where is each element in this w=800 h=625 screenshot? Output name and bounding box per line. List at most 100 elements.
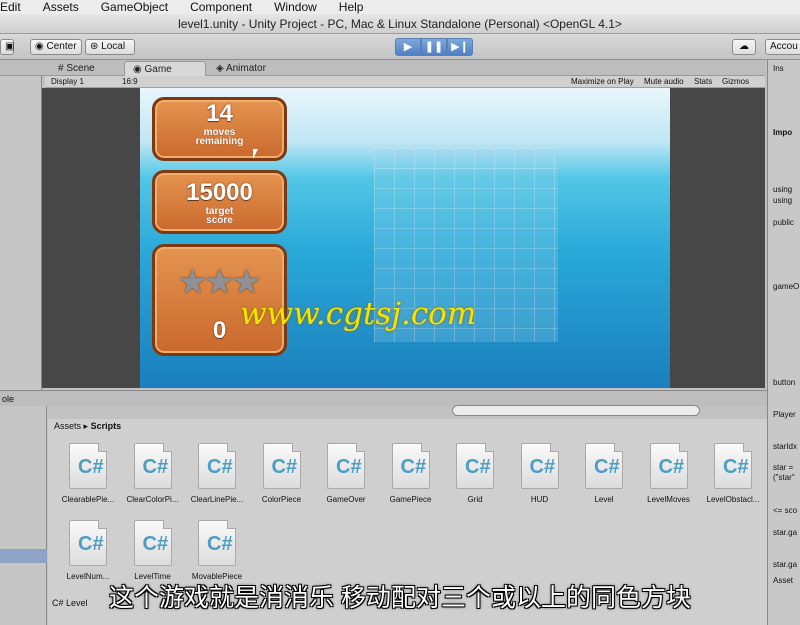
code-line: public <box>773 218 794 227</box>
script-file-name: ClearablePie... <box>61 495 115 504</box>
space-local-button[interactable]: ⊛ Local <box>85 39 135 55</box>
target-label: target score <box>205 206 234 226</box>
csharp-file-icon: C# <box>69 443 107 489</box>
scene-tab-icon: # <box>58 63 64 74</box>
space-label: Local <box>101 41 126 52</box>
script-file-name: ClearLinePie... <box>190 495 244 504</box>
script-file-item[interactable]: C# LevelObstacl... <box>701 443 765 523</box>
aspect-select[interactable]: 16:9 <box>122 76 138 88</box>
menu-help[interactable]: Help <box>339 0 364 14</box>
script-file-item[interactable]: C# LevelMoves <box>637 443 701 523</box>
window-title: level1.unity - Unity Project - PC, Mac &… <box>0 14 800 34</box>
pivot-label: Center <box>46 41 77 52</box>
tab-game[interactable]: ◉ Game <box>124 61 206 76</box>
project-toolbar: ole <box>0 390 767 406</box>
moves-panel: 14 moves remaining <box>152 97 287 161</box>
script-file-name: HUD <box>530 495 549 504</box>
script-file-name: GameOver <box>326 495 366 504</box>
script-file-name: ColorPiece <box>261 495 302 504</box>
script-file-item[interactable]: C# ClearColorPi... <box>121 443 185 523</box>
display-select[interactable]: Display 1 <box>51 76 84 88</box>
moves-value: 14 <box>206 100 233 127</box>
play-button[interactable]: ▶ <box>395 38 421 56</box>
pivot-center-button[interactable]: ◉ Center <box>30 39 82 55</box>
moves-label: moves remaining <box>195 127 244 147</box>
mute-audio-toggle[interactable]: Mute audio <box>644 76 684 88</box>
csharp-file-icon: C# <box>133 520 172 566</box>
csharp-file-icon: C# <box>391 443 430 489</box>
imported-object-label: Impo <box>773 128 793 137</box>
pause-button[interactable]: ❚❚ <box>421 38 447 56</box>
script-file-item[interactable]: C# Level <box>572 443 636 523</box>
menu-component[interactable]: Component <box>190 0 252 14</box>
target-value: 15000 <box>186 179 253 206</box>
script-file-item[interactable]: C# ClearLinePie... <box>185 443 249 523</box>
animator-tab-icon: ◈ <box>216 63 224 74</box>
csharp-file-icon: C# <box>456 443 494 489</box>
breadcrumb: Assets ▸ Scripts <box>48 419 121 433</box>
csharp-file-icon: C# <box>133 443 172 489</box>
csharp-file-icon: C# <box>198 520 236 566</box>
code-line: Player <box>773 410 796 419</box>
account-button[interactable]: Accou <box>765 39 800 55</box>
selected-folder-row[interactable] <box>0 549 47 563</box>
watermark-text: www.cgtsj.com <box>240 296 477 332</box>
tab-animator[interactable]: ◈ Animator <box>208 61 274 76</box>
code-line: star.ga <box>773 528 798 537</box>
script-file-item[interactable]: C# HUD <box>508 443 572 523</box>
maximize-on-play-toggle[interactable]: Maximize on Play <box>571 76 634 88</box>
csharp-file-icon: C# <box>649 443 688 489</box>
script-file-item[interactable]: C# ColorPiece <box>250 443 314 523</box>
script-file-name: LevelObstacl... <box>706 495 760 504</box>
main-toolbar: ▣ ◉ Center ⊛ Local ▶ ❚❚ ▶❙ ☁ Accou <box>0 34 800 60</box>
pivot-icon: ◉ <box>35 41 44 52</box>
menu-gameobject[interactable]: GameObject <box>101 0 168 14</box>
game-view-toolbar: Display 1 16:9 Maximize on Play Mute aud… <box>45 76 765 88</box>
csharp-file-icon: C# <box>520 443 559 489</box>
script-file-name: LevelMoves <box>647 495 690 504</box>
console-tab-label[interactable]: ole <box>2 394 14 404</box>
star-icon: ★ <box>179 266 207 299</box>
csharp-file-icon: C# <box>585 443 623 489</box>
project-search-input[interactable] <box>452 405 700 416</box>
transform-tool-icon[interactable]: ▣ <box>0 39 14 55</box>
game-tab-icon: ◉ <box>133 64 142 75</box>
code-line: star.ga <box>773 560 798 569</box>
csharp-file-icon: C# <box>327 443 365 489</box>
csharp-file-icon: C# <box>714 443 752 489</box>
code-line: button <box>773 378 796 387</box>
script-file-item[interactable]: C# GameOver <box>314 443 378 523</box>
script-file-item[interactable]: C# GamePiece <box>379 443 443 523</box>
gizmos-menu[interactable]: Gizmos <box>722 76 749 88</box>
csharp-file-icon: C# <box>198 443 236 489</box>
game-scene: 14 moves remaining 15000 target score ★★… <box>140 88 670 388</box>
stats-toggle[interactable]: Stats <box>694 76 712 88</box>
code-line: using <box>773 185 793 194</box>
inspector-panel: Ins Impo using using public gameO button… <box>767 60 800 625</box>
star-icon: ★ <box>206 266 233 299</box>
breadcrumb-arrow-icon: ▸ <box>83 421 91 431</box>
view-tabs: # Scene ◉ Game ◈ Animator <box>0 60 765 76</box>
script-file-item[interactable]: C# ClearablePie... <box>56 443 120 523</box>
global-icon: ⊛ <box>90 41 99 52</box>
code-line: using <box>773 196 793 205</box>
script-file-name: ClearColorPi... <box>126 495 179 504</box>
mouse-cursor-icon <box>253 149 258 159</box>
step-button[interactable]: ▶❙ <box>447 38 473 56</box>
menu-edit[interactable]: Edit <box>0 0 21 14</box>
breadcrumb-scripts[interactable]: Scripts <box>91 421 122 431</box>
cloud-icon[interactable]: ☁ <box>732 39 756 55</box>
menu-window[interactable]: Window <box>274 0 317 14</box>
csharp-file-icon: C# <box>262 443 301 489</box>
tab-game-label: Game <box>144 64 172 75</box>
script-file-name: GamePiece <box>389 495 432 504</box>
tab-scene[interactable]: # Scene <box>50 61 103 76</box>
menu-assets[interactable]: Assets <box>43 0 79 14</box>
playback-controls: ▶ ❚❚ ▶❙ <box>395 38 473 56</box>
hierarchy-panel <box>0 60 42 390</box>
code-line: <= sco <box>773 506 798 515</box>
script-file-item[interactable]: C# Grid <box>443 443 507 523</box>
breadcrumb-assets[interactable]: Assets <box>54 421 81 431</box>
code-line: starIdx <box>773 442 798 451</box>
inspector-tab[interactable]: Ins <box>773 64 784 73</box>
